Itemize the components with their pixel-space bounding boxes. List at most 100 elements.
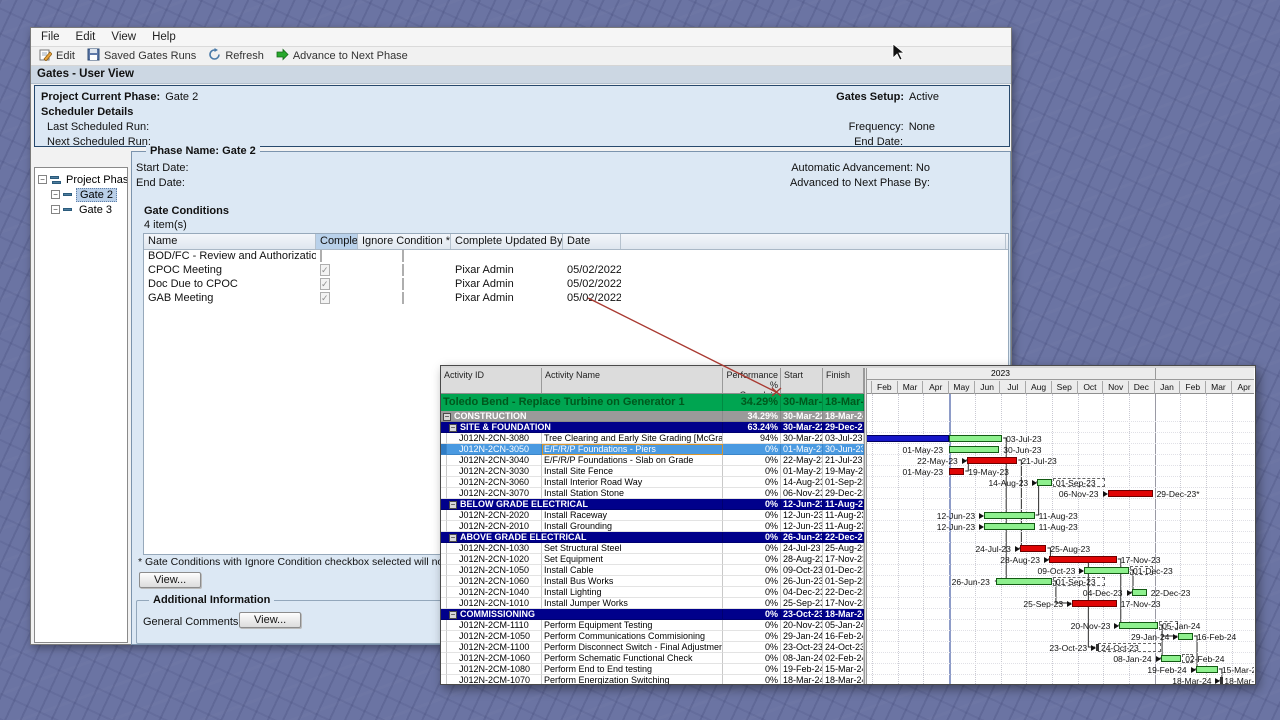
- gantt-bar-green[interactable]: [996, 578, 1052, 585]
- gantt-table-row[interactable]: −SITE & FOUNDATION63.24%30-Mar-22 A29-De…: [441, 422, 864, 433]
- menu-item-edit[interactable]: Edit: [70, 29, 106, 45]
- chart-row: [867, 422, 1254, 433]
- gantt-table-row[interactable]: J012N-2CN-1060Install Bus Works0%26-Jun-…: [441, 576, 864, 587]
- gantt-bar-red[interactable]: [949, 468, 964, 475]
- toolbar-button-saved-gates-runs[interactable]: Saved Gates Runs: [83, 47, 204, 65]
- gantt-bar-green[interactable]: [984, 512, 1035, 519]
- collapse-icon[interactable]: −: [449, 424, 457, 432]
- chart-row: [867, 499, 1254, 510]
- column-header-activity-id[interactable]: Activity ID: [441, 368, 542, 393]
- gantt-bar-blue[interactable]: [867, 435, 949, 442]
- table-row[interactable]: CPOC Meeting✓Pixar Admin05/02/2022 0: [144, 264, 1008, 278]
- gantt-bar-red[interactable]: [1020, 545, 1047, 552]
- gantt-table-row[interactable]: J012N-2CN-3080Tree Clearing and Early Si…: [441, 433, 864, 444]
- column-header-activity-name[interactable]: Activity Name: [542, 368, 723, 393]
- conditions-header-row: NameCompleteIgnore Condition *Complete U…: [144, 234, 1008, 250]
- gantt-bar-green[interactable]: [1037, 479, 1052, 486]
- gantt-table-row[interactable]: J012N-2CM-1060Perform Schematic Function…: [441, 653, 864, 664]
- complete-checkbox[interactable]: ✓: [320, 264, 330, 276]
- gantt-table-row[interactable]: J012N-2CN-3030Install Site Fence0%01-May…: [441, 466, 864, 477]
- gantt-bar-red[interactable]: [1072, 600, 1117, 607]
- gantt-bar-green[interactable]: [1196, 666, 1218, 673]
- column-header-Complete[interactable]: Complete: [316, 234, 358, 249]
- expander-icon[interactable]: −: [51, 190, 60, 199]
- collapse-icon[interactable]: −: [449, 611, 457, 619]
- gantt-bar-red[interactable]: [1049, 556, 1117, 563]
- collapse-icon[interactable]: −: [449, 501, 457, 509]
- toolbar-button-edit[interactable]: Edit: [35, 47, 83, 65]
- gantt-table-row[interactable]: J012N-2CM-1100Perform Disconnect Switch …: [441, 642, 864, 653]
- ignore-condition-checkbox[interactable]: [402, 264, 404, 276]
- gantt-table-row[interactable]: −COMMISSIONING0%23-Oct-2318-Mar-24: [441, 609, 864, 620]
- conditions-view-button[interactable]: View...: [139, 572, 201, 588]
- column-header-Ignore Condition *[interactable]: Ignore Condition *: [358, 234, 451, 249]
- activity-pct: 0%: [723, 587, 781, 598]
- gantt-bar-red[interactable]: [1108, 490, 1153, 497]
- complete-checkbox[interactable]: [320, 250, 322, 262]
- link-arrowhead: [1215, 678, 1220, 684]
- ignore-condition-checkbox[interactable]: [402, 292, 404, 304]
- tree-node-gate-3[interactable]: −Gate 3: [35, 202, 127, 217]
- gantt-table-row[interactable]: J012N-2CN-3060Install Interior Road Way0…: [441, 477, 864, 488]
- gantt-bar-red[interactable]: [967, 457, 1018, 464]
- comments-view-button[interactable]: View...: [239, 612, 301, 628]
- gantt-table-row[interactable]: J012N-2CN-1030Set Structural Steel0%24-J…: [441, 543, 864, 554]
- gantt-table-row[interactable]: J012N-2CM-1110Perform Equipment Testing0…: [441, 620, 864, 631]
- column-header-performance[interactable]: Performance %Complete: [723, 368, 781, 393]
- gantt-bar-green[interactable]: [949, 446, 999, 453]
- menu-item-view[interactable]: View: [105, 29, 146, 45]
- tree-node-project-phases[interactable]: −Project Phases: [35, 172, 127, 187]
- gantt-bar-green[interactable]: [984, 523, 1035, 530]
- gantt-table-row[interactable]: J012N-2CN-3040E/F/R/P Foundations - Slab…: [441, 455, 864, 466]
- gantt-table-row[interactable]: J012N-2CM-1050Perform Communications Com…: [441, 631, 864, 642]
- timeline-month: Jun: [975, 381, 1001, 394]
- gantt-bar-green[interactable]: [1132, 589, 1147, 596]
- bar-finish-label: 25-Aug-23: [1050, 544, 1090, 554]
- toolbar-button-refresh[interactable]: Refresh: [204, 47, 272, 65]
- gantt-bar-green[interactable]: [1119, 622, 1158, 629]
- gantt-table-row[interactable]: −CONSTRUCTION34.29%30-Mar-22 A18-Mar-24: [441, 411, 864, 422]
- column-header-finish[interactable]: Finish: [823, 368, 864, 393]
- tree-node-gate-2[interactable]: −Gate 2: [35, 187, 127, 202]
- gantt-table-row[interactable]: J012N-2CN-1010Install Jumper Works0%25-S…: [441, 598, 864, 609]
- expander-icon[interactable]: −: [38, 175, 47, 184]
- toolbar-button-advance-to-next-phase[interactable]: Advance to Next Phase: [272, 47, 416, 65]
- activity-finish: 11-Aug-23: [823, 521, 864, 532]
- column-header-Name[interactable]: Name: [144, 234, 316, 249]
- table-row[interactable]: BOD/FC - Review and Authorization: [144, 250, 1008, 264]
- gantt-table-row[interactable]: J012N-2CN-3070Install Station Stone0%06-…: [441, 488, 864, 499]
- gantt-table-row[interactable]: J012N-2CN-1020Set Equipment0%28-Aug-2317…: [441, 554, 864, 565]
- gantt-bar-tick[interactable]: [1220, 677, 1223, 684]
- gantt-table-row[interactable]: J012N-2CN-3050E/F/R/P Foundations - Pier…: [441, 444, 864, 455]
- chart-row: 01-May-2330-Jun-23: [867, 444, 1254, 455]
- activity-start: 23-Oct-23: [781, 609, 823, 620]
- table-row[interactable]: GAB Meeting✓Pixar Admin05/02/2022 0: [144, 292, 1008, 306]
- gantt-bar-green[interactable]: [949, 435, 1002, 442]
- gantt-table-row[interactable]: J012N-2CN-1050Install Cable0%09-Oct-2301…: [441, 565, 864, 576]
- table-row[interactable]: Doc Due to CPOC✓Pixar Admin05/02/2022 0: [144, 278, 1008, 292]
- expander-icon[interactable]: −: [51, 205, 60, 214]
- gantt-table-row[interactable]: −BELOW GRADE ELECTRICAL0%12-Jun-2311-Aug…: [441, 499, 864, 510]
- gantt-table-row[interactable]: −ABOVE GRADE ELECTRICAL0%26-Jun-2322-Dec…: [441, 532, 864, 543]
- gantt-bar-green[interactable]: [1161, 655, 1182, 662]
- gantt-table-row[interactable]: J012N-2CN-1040Install Lighting0%04-Dec-2…: [441, 587, 864, 598]
- gantt-bar-green[interactable]: [1084, 567, 1129, 574]
- column-header-Date[interactable]: Date: [563, 234, 621, 249]
- collapse-icon[interactable]: −: [443, 413, 451, 421]
- project-summary-row[interactable]: Toledo Bend - Replace Turbine on Generat…: [441, 394, 864, 411]
- menu-item-help[interactable]: Help: [146, 29, 186, 45]
- ignore-condition-checkbox[interactable]: [402, 250, 404, 262]
- gantt-table-row[interactable]: J012N-2CM-1080Perform End to End testing…: [441, 664, 864, 675]
- menu-item-file[interactable]: File: [35, 29, 70, 45]
- column-header-Complete Updated By[interactable]: Complete Updated By: [451, 234, 563, 249]
- gantt-bar-green[interactable]: [1178, 633, 1193, 640]
- gantt-table-row[interactable]: J012N-2CN-2020Install Raceway0%12-Jun-23…: [441, 510, 864, 521]
- gantt-table-row[interactable]: J012N-2CN-2010Install Grounding0%12-Jun-…: [441, 521, 864, 532]
- collapse-icon[interactable]: −: [449, 534, 457, 542]
- complete-checkbox[interactable]: ✓: [320, 292, 330, 304]
- complete-checkbox[interactable]: ✓: [320, 278, 330, 290]
- ignore-condition-checkbox[interactable]: [402, 278, 404, 290]
- gantt-table-row[interactable]: J012N-2CM-1070Perform Energization Switc…: [441, 675, 864, 684]
- column-header-start[interactable]: Start: [781, 368, 823, 393]
- gantt-bar-tick[interactable]: [1096, 644, 1099, 651]
